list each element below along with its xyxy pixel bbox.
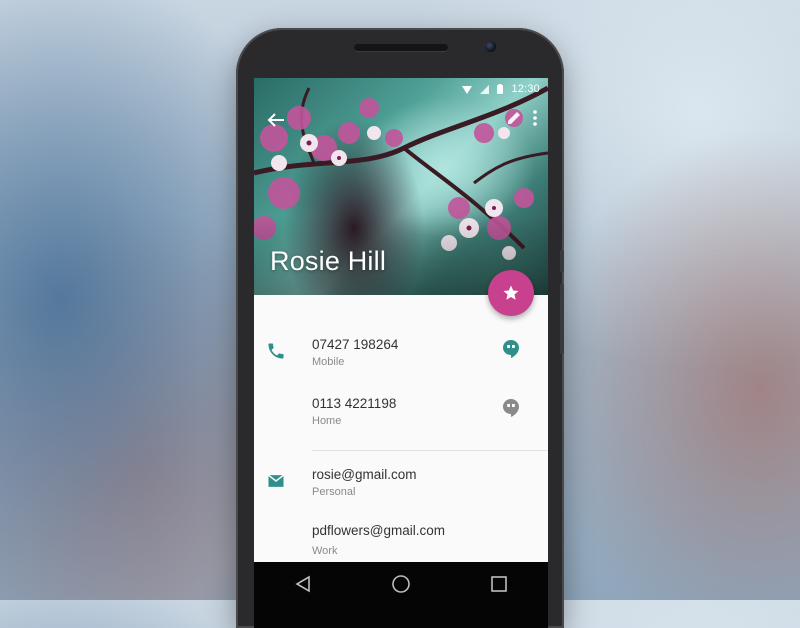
email-row-personal[interactable]: rosie@gmail.com Personal (254, 463, 548, 519)
phone-row-mobile[interactable]: 07427 198264 Mobile (254, 333, 548, 389)
nav-recents-button[interactable] (487, 572, 511, 596)
volume-button (560, 250, 564, 272)
star-icon (503, 285, 519, 300)
phone-device: 12:30 Rosie Hill 07427 198264 Mobile 011… (236, 28, 564, 628)
phone-row-home[interactable]: 0113 4221198 Home (254, 392, 548, 448)
signal-icon (480, 84, 490, 94)
phone-type: Mobile (312, 356, 345, 368)
back-triangle-icon (295, 575, 310, 593)
phone-number: 07427 198264 (312, 337, 399, 352)
email-address: pdflowers@gmail.com (312, 523, 445, 538)
back-button[interactable] (264, 108, 288, 132)
phone-type: Home (312, 415, 342, 427)
edit-icon[interactable] (506, 110, 522, 126)
email-type: Personal (312, 486, 356, 498)
more-vert-icon[interactable] (532, 110, 538, 126)
status-time: 12:30 (511, 83, 540, 95)
power-button (560, 284, 564, 354)
phone-number: 0113 4221198 (312, 396, 397, 411)
favorite-button[interactable] (488, 270, 534, 316)
hangouts-icon[interactable] (503, 340, 519, 358)
email-type: Work (312, 545, 338, 557)
email-address: rosie@gmail.com (312, 467, 417, 482)
nav-back-button[interactable] (291, 572, 315, 596)
status-bar: 12:30 (254, 78, 548, 100)
header-actions (506, 110, 538, 126)
screen: 12:30 Rosie Hill 07427 198264 Mobile 011… (254, 78, 548, 628)
battery-icon (497, 84, 504, 94)
back-arrow-icon (267, 113, 284, 127)
home-circle-icon (392, 575, 410, 593)
nav-home-button[interactable] (389, 572, 413, 596)
hangouts-icon[interactable] (503, 399, 519, 417)
speaker-grille (354, 44, 448, 51)
email-icon (268, 474, 284, 487)
section-divider (312, 450, 548, 451)
front-camera (485, 41, 496, 52)
navigation-bar (254, 562, 548, 628)
wifi-icon (462, 85, 473, 94)
recents-square-icon (491, 576, 507, 592)
contact-name: Rosie Hill (270, 246, 387, 276)
phone-icon (268, 343, 284, 359)
